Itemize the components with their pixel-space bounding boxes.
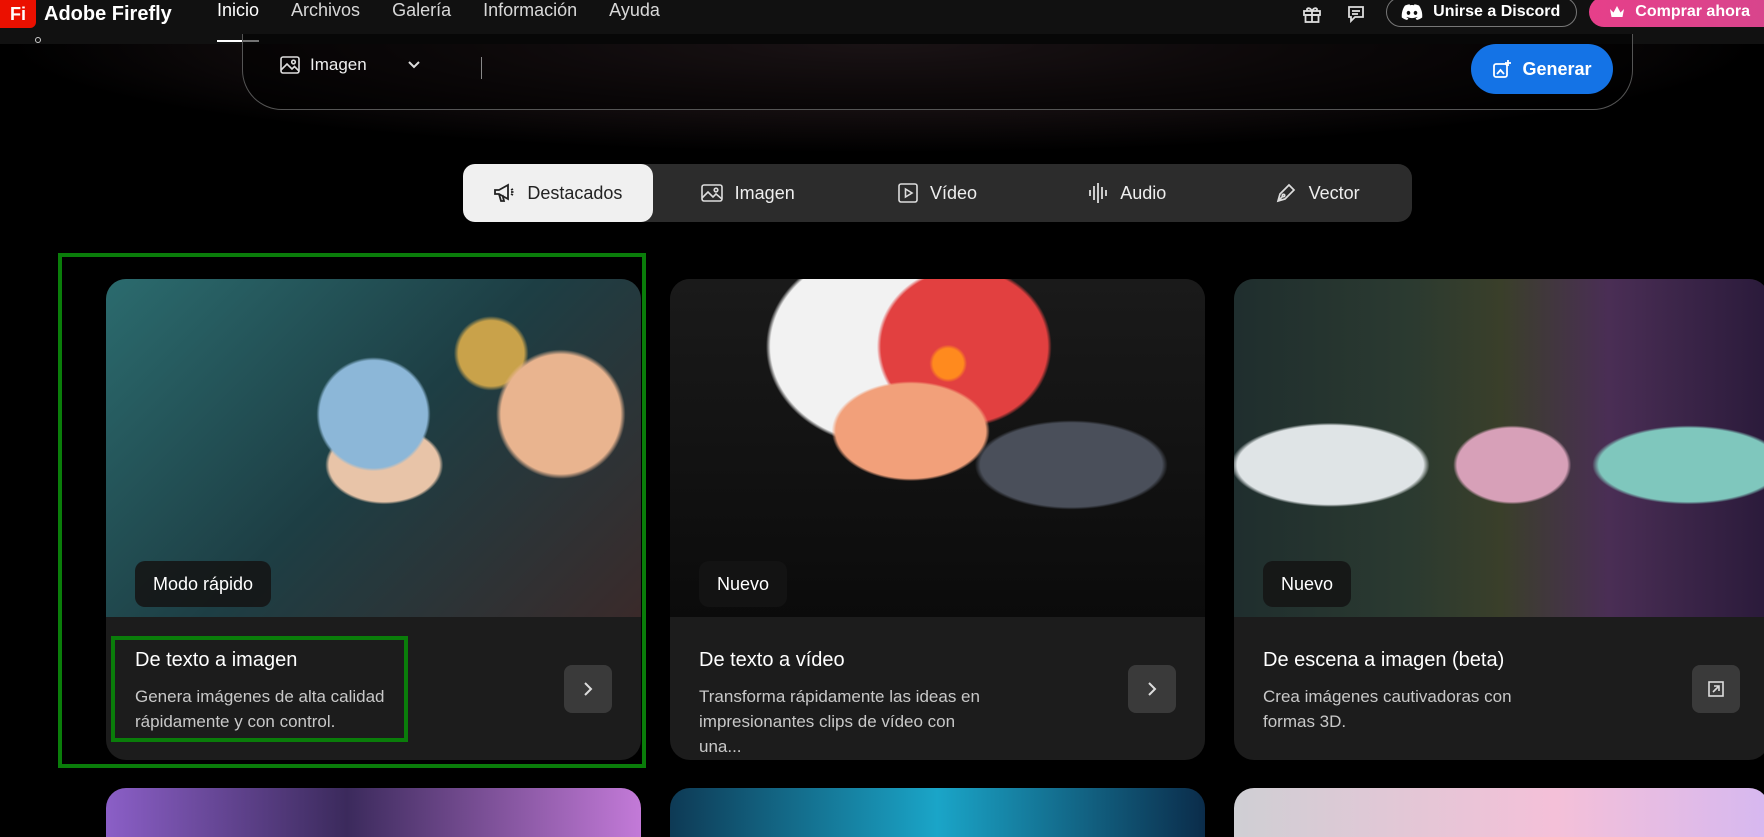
card-partial-1[interactable] (106, 788, 641, 837)
card-open-button[interactable] (1128, 665, 1176, 713)
prompt-input[interactable] (481, 57, 482, 79)
pen-icon (1276, 183, 1295, 203)
tab-label: Vector (1308, 182, 1360, 203)
category-tabs: Destacados Imagen Vídeo Audio Vector (463, 164, 1412, 222)
generate-label: Generar (1522, 58, 1592, 79)
tab-label: Destacados (527, 182, 623, 203)
logo[interactable]: Fi Adobe Firefly (0, 0, 172, 28)
tab-destacados[interactable]: Destacados (463, 164, 653, 222)
selection-highlight-text (111, 636, 408, 742)
audio-icon (1089, 183, 1108, 203)
generate-icon (1493, 60, 1512, 78)
card-title: De escena a imagen (beta) (1263, 649, 1505, 671)
image-icon (280, 56, 300, 74)
content-type-label: Imagen (310, 55, 367, 74)
tab-imagen[interactable]: Imagen (653, 164, 843, 222)
chevron-down-icon (407, 61, 420, 69)
app-name: Adobe Firefly (44, 2, 172, 25)
tab-label: Vídeo (929, 182, 978, 203)
card-partial-3[interactable] (1234, 788, 1764, 837)
firefly-logo-mark: Fi (0, 0, 36, 28)
feedback-icon[interactable] (1342, 0, 1370, 28)
discord-icon (1401, 4, 1423, 20)
image-icon (700, 184, 723, 202)
nav-actions: Unirse a Discord Comprar ahora (1298, 0, 1764, 28)
card-partial-2[interactable] (670, 788, 1205, 837)
open-external-icon (1708, 681, 1724, 697)
buy-now-button[interactable]: Comprar ahora (1589, 0, 1764, 27)
tab-label: Audio (1120, 182, 1167, 203)
tab-video[interactable]: Vídeo (843, 164, 1033, 222)
content-type-select[interactable]: Imagen (280, 55, 421, 75)
card-badge: Nuevo (1263, 561, 1352, 607)
tab-label: Imagen (734, 182, 795, 203)
card-texto-a-video[interactable]: Nuevo De texto a vídeo Transforma rápida… (670, 279, 1205, 760)
tab-vector[interactable]: Vector (1222, 164, 1412, 222)
generate-button[interactable]: Generar (1471, 44, 1613, 94)
card-title: De texto a vídeo (699, 649, 845, 671)
card-open-button[interactable] (1692, 665, 1740, 713)
prompt-bar (242, 34, 1633, 110)
card-description: Transforma rápidamente las ideas en impr… (699, 687, 980, 756)
chevron-right-icon (1148, 682, 1157, 696)
focus-indicator (35, 37, 41, 43)
video-icon (898, 183, 918, 203)
card-description: Crea imágenes cautivadoras con formas 3D… (1263, 687, 1512, 731)
crown-icon (1610, 6, 1625, 17)
card-badge: Nuevo (699, 561, 788, 607)
gift-icon[interactable] (1298, 0, 1326, 28)
join-discord-button[interactable]: Unirse a Discord (1386, 0, 1578, 27)
megaphone-icon (494, 183, 514, 202)
tab-audio[interactable]: Audio (1032, 164, 1222, 222)
card-escena-a-imagen[interactable]: Nuevo De escena a imagen (beta) Crea imá… (1234, 279, 1764, 760)
buy-label: Comprar ahora (1635, 3, 1750, 20)
discord-label: Unirse a Discord (1433, 3, 1561, 20)
